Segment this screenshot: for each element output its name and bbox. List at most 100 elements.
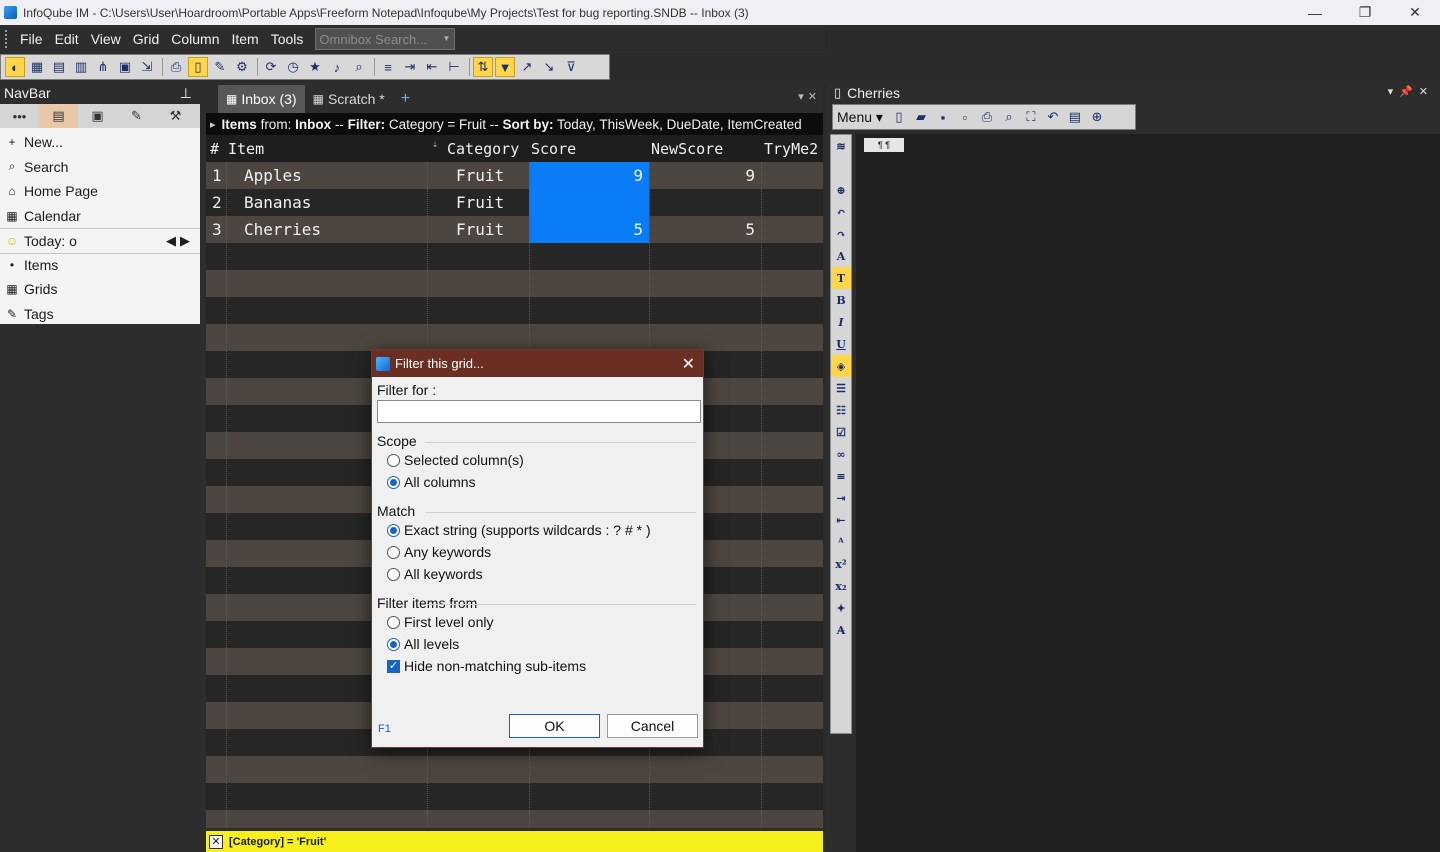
menu-view[interactable]: View xyxy=(85,31,127,47)
cell-category[interactable]: Fruit xyxy=(456,189,504,216)
list-icon[interactable]: ≡ xyxy=(378,57,398,77)
sort-icon[interactable]: ⇅ xyxy=(473,57,493,77)
menu-tools[interactable]: Tools xyxy=(265,31,310,47)
editor-menu-button[interactable]: Menu ▾ xyxy=(837,109,883,126)
cell-newscore[interactable] xyxy=(649,189,761,216)
cell-item[interactable]: Cherries xyxy=(244,216,321,243)
menu-file[interactable]: File xyxy=(14,31,49,47)
match-exact-option[interactable]: Exact string (supports wildcards : ? # *… xyxy=(377,519,698,541)
col-header-num[interactable]: # xyxy=(210,140,219,158)
link-icon[interactable]: ∞ xyxy=(831,443,851,465)
pin-icon[interactable]: ⊥ xyxy=(180,85,192,102)
cell-score[interactable]: 9 xyxy=(529,162,649,189)
today-arrows[interactable]: ◀▶ xyxy=(166,233,194,249)
radio-button[interactable] xyxy=(387,615,400,629)
hide-nonmatching-option[interactable]: ✓ Hide non-matching sub-items xyxy=(377,655,698,677)
cell-item[interactable]: Apples xyxy=(244,162,302,189)
insert-icon[interactable]: ⊕ xyxy=(831,179,851,201)
spellcheck-icon[interactable]: ᴬ xyxy=(831,531,851,553)
open-folder-icon[interactable]: ▰ xyxy=(911,107,931,127)
undo-icon[interactable]: ↶ xyxy=(831,201,851,223)
refresh-icon[interactable]: ⟳ xyxy=(261,57,281,77)
col-header-newscore[interactable]: NewScore xyxy=(651,140,723,158)
nav-search[interactable]: ⌕ Search xyxy=(0,155,200,180)
bold-icon[interactable]: B xyxy=(831,289,851,311)
radio-button-selected[interactable] xyxy=(387,637,400,651)
redo-icon[interactable]: ↷ xyxy=(831,223,851,245)
radio-button-selected[interactable] xyxy=(387,475,400,489)
export-icon[interactable]: ⇲ xyxy=(137,57,157,77)
outline-view-icon[interactable]: ▤ xyxy=(49,57,69,77)
match-any-keywords-option[interactable]: Any keywords xyxy=(377,541,698,563)
hierarchy-icon[interactable]: ⋔ xyxy=(93,57,113,77)
table-row[interactable]: 2 Bananas Fruit xyxy=(206,189,823,216)
sort-desc-icon[interactable]: ↘ xyxy=(539,57,559,77)
nav-home-page[interactable]: ⌂ Home Page xyxy=(0,179,200,204)
col-header-score[interactable]: Score xyxy=(531,140,576,158)
underline-icon[interactable]: U xyxy=(831,333,851,355)
fullscreen-icon[interactable]: ⛶ xyxy=(1021,107,1041,127)
star-icon[interactable]: ★ xyxy=(305,57,325,77)
col-header-tryme2[interactable]: TryMe2 xyxy=(764,140,818,158)
table-row[interactable]: 1 Apples Fruit 9 9 xyxy=(206,162,823,189)
tab-controls[interactable]: ▾✕ xyxy=(798,90,821,103)
omnibox-search[interactable]: Omnibox Search... ▼ xyxy=(315,28,456,50)
clock-icon[interactable]: ◷ xyxy=(283,57,303,77)
clear-filter-button[interactable]: ✕ xyxy=(209,834,223,849)
cell-score[interactable]: 5 xyxy=(529,216,649,243)
cell-newscore[interactable]: 9 xyxy=(649,162,761,189)
align-icon[interactable]: ≡ xyxy=(831,465,851,487)
nav-calendar[interactable]: ▦ Calendar xyxy=(0,204,200,229)
cell-item[interactable]: Bananas xyxy=(244,189,311,216)
subscript-icon[interactable]: x₂ xyxy=(831,575,851,597)
italic-icon[interactable]: I xyxy=(831,311,851,333)
bell-icon[interactable]: ♪ xyxy=(327,57,347,77)
ok-button[interactable]: OK xyxy=(509,714,600,738)
cell-score[interactable] xyxy=(529,189,649,216)
properties-icon[interactable]: ⚙ xyxy=(232,57,252,77)
indent-more-icon[interactable]: ⇥ xyxy=(831,487,851,509)
cell-newscore[interactable]: 5 xyxy=(649,216,761,243)
scope-selected-columns-option[interactable]: Selected column(s) xyxy=(377,449,698,471)
nav-new[interactable]: + New... xyxy=(0,130,200,155)
menu-grip[interactable] xyxy=(5,30,11,48)
find-icon[interactable]: ⌕ xyxy=(999,107,1019,127)
menu-column[interactable]: Column xyxy=(165,31,225,47)
tags-tab-icon[interactable]: ✎ xyxy=(117,104,156,128)
search-icon[interactable]: ⌕ xyxy=(349,57,369,77)
tools-tab-icon[interactable]: ⚒ xyxy=(156,104,195,128)
checkbox-checked[interactable]: ✓ xyxy=(387,659,400,673)
dialog-close-button[interactable]: ✕ xyxy=(682,354,695,374)
form-view-icon[interactable]: ▥ xyxy=(71,57,91,77)
pages-tab-icon[interactable]: ▤ xyxy=(39,104,78,128)
all-levels-option[interactable]: All levels xyxy=(377,633,698,655)
theme-toggle-icon[interactable]: ◐ xyxy=(5,57,25,77)
text-color-icon[interactable]: T xyxy=(831,267,851,289)
undo-icon[interactable]: ↶ xyxy=(1043,107,1063,127)
paste-icon[interactable]: ▤ xyxy=(1065,107,1085,127)
help-link[interactable]: F1 xyxy=(378,723,391,735)
sort-asc-icon[interactable]: ↗ xyxy=(517,57,537,77)
superscript-icon[interactable]: x² xyxy=(831,553,851,575)
col-header-category[interactable]: Category xyxy=(447,140,519,158)
clear-filter-icon[interactable]: ⊽ xyxy=(561,57,581,77)
preview-icon[interactable]: ⎙ xyxy=(977,107,997,127)
nav-today[interactable]: ☺ Today: o ◀▶ xyxy=(0,228,200,253)
editor-controls[interactable]: ▾📌✕ xyxy=(1388,85,1434,98)
bullet-list-icon[interactable]: ☰ xyxy=(831,377,851,399)
radio-button[interactable] xyxy=(387,453,400,467)
checkbox-icon[interactable]: ☑ xyxy=(831,421,851,443)
filter-for-input[interactable] xyxy=(377,400,701,423)
maximize-button[interactable]: ❐ xyxy=(1340,0,1390,25)
document-icon[interactable]: ▯ xyxy=(188,57,208,77)
style-icon[interactable]: ≋ xyxy=(831,135,851,157)
numbered-list-icon[interactable]: ☷ xyxy=(831,399,851,421)
close-window-button[interactable]: ✕ xyxy=(1390,0,1440,25)
cell-category[interactable]: Fruit xyxy=(456,162,504,189)
nav-items[interactable]: • Items xyxy=(0,252,200,278)
cancel-button[interactable]: Cancel xyxy=(607,714,698,738)
frame-icon[interactable]: ▣ xyxy=(115,57,135,77)
print-preview-icon[interactable]: ⎙ xyxy=(166,57,186,77)
grids-tab-icon[interactable]: ▣ xyxy=(78,104,117,128)
menu-item[interactable]: Item xyxy=(225,31,264,47)
